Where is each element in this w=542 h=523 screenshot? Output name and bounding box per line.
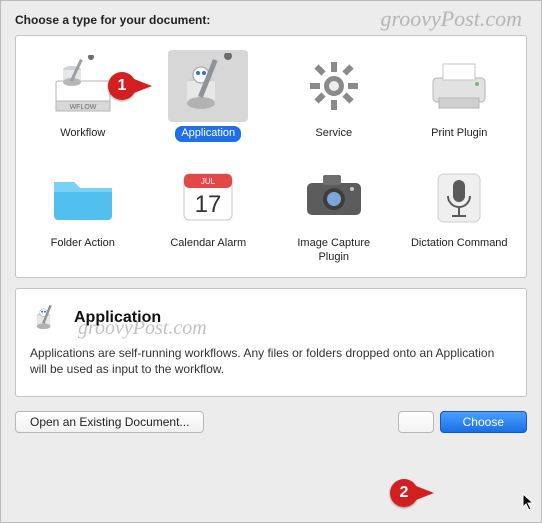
- calendar-icon: JUL 17: [168, 160, 248, 232]
- description-title: Application: [74, 309, 161, 327]
- dialog-header: Choose a type for your document:: [15, 13, 527, 27]
- type-label: Image Capture Plugin: [275, 236, 393, 266]
- open-existing-button[interactable]: Open an Existing Document...: [15, 411, 204, 433]
- type-item-folder-action[interactable]: Folder Action: [22, 156, 144, 270]
- calendar-month: JUL: [201, 177, 216, 186]
- type-label: Workflow: [54, 126, 111, 142]
- type-item-image-capture[interactable]: Image Capture Plugin: [273, 156, 395, 270]
- printer-icon: [419, 50, 499, 122]
- description-box: Application Applications are self-runnin…: [15, 288, 527, 396]
- type-item-workflow[interactable]: WFLOW Workflow: [22, 46, 144, 146]
- type-label: Application: [175, 126, 241, 142]
- type-grid: WFLOW Workflow: [22, 46, 520, 269]
- type-label: Folder Action: [45, 236, 121, 252]
- new-document-dialog: Choose a type for your document: WFLOW: [0, 0, 542, 523]
- type-label: Calendar Alarm: [164, 236, 252, 252]
- type-label: Print Plugin: [425, 126, 493, 142]
- workflow-icon: WFLOW: [43, 50, 123, 122]
- type-item-service[interactable]: Service: [273, 46, 395, 146]
- description-body: Applications are self-running workflows.…: [30, 345, 512, 377]
- application-icon-small: [30, 301, 64, 335]
- type-item-print-plugin[interactable]: Print Plugin: [399, 46, 521, 146]
- service-icon: [294, 50, 374, 122]
- svg-text:WFLOW: WFLOW: [69, 104, 96, 111]
- type-item-calendar-alarm[interactable]: JUL 17 Calendar Alarm: [148, 156, 270, 270]
- type-grid-container: WFLOW Workflow: [15, 35, 527, 278]
- type-label: Service: [309, 126, 358, 142]
- calendar-day: 17: [195, 191, 222, 218]
- type-label: Dictation Command: [405, 236, 514, 252]
- type-item-application[interactable]: Application: [148, 46, 270, 146]
- application-icon: [168, 50, 248, 122]
- button-row: Open an Existing Document... Choose: [15, 411, 527, 433]
- microphone-icon: [419, 160, 499, 232]
- choose-button[interactable]: Choose: [440, 411, 527, 433]
- type-item-dictation[interactable]: Dictation Command: [399, 156, 521, 270]
- camera-icon: [294, 160, 374, 232]
- folder-icon: [43, 160, 123, 232]
- close-button[interactable]: [398, 411, 434, 433]
